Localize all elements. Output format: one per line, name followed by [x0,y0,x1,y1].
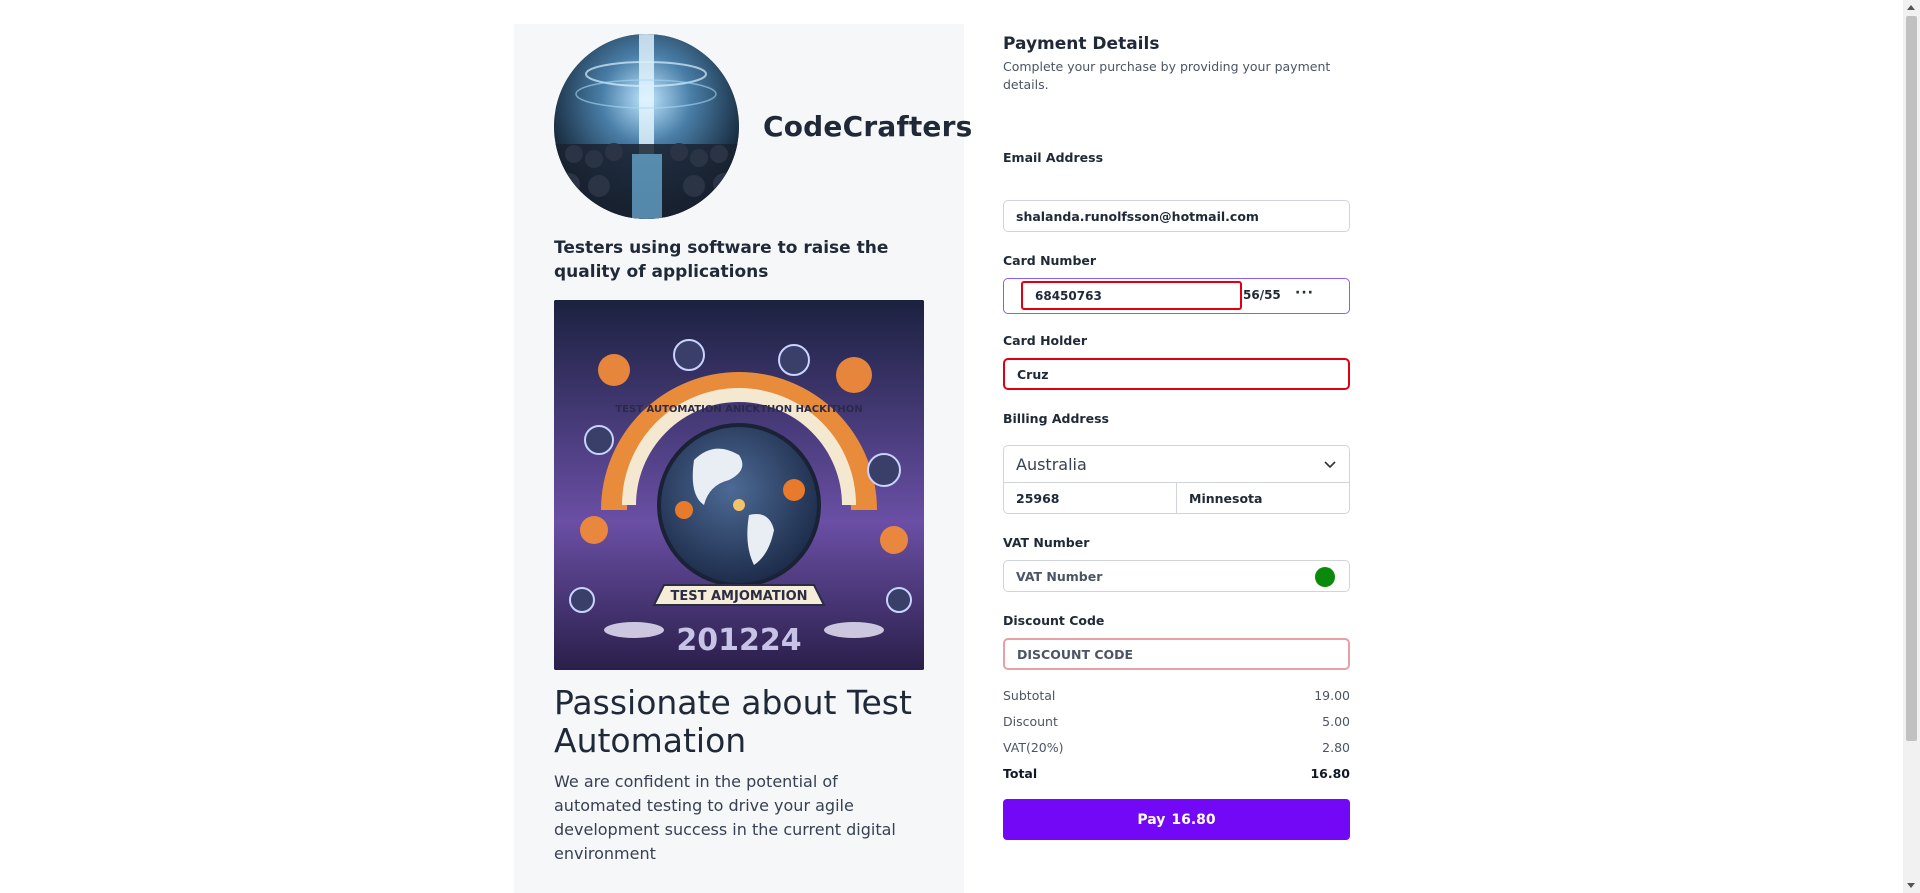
discount-label: Discount Code [1003,613,1105,628]
scroll-up-arrow-icon[interactable] [1907,5,1915,10]
discount-value: 5.00 [1322,714,1350,729]
summary-total-row: Total 16.80 [1003,766,1350,781]
form-subtitle: Complete your purchase by providing your… [1003,59,1331,92]
brand-name: CodeCrafters [763,110,973,143]
pay-button[interactable]: Pay 16.80 [1003,799,1350,840]
country-select[interactable]: Australia [1003,445,1350,483]
zip-value: 25968 [1016,490,1060,506]
card-input-group: 68450763 56/55 ··· [1003,278,1350,314]
zip-field[interactable]: 25968 [1003,482,1177,514]
poster-banner-text: TEST AUTOMATION ANICKTHON HACKITHON [615,404,862,415]
card-number-value: 68450763 [1035,288,1102,303]
vat-valid-indicator-icon [1315,567,1335,587]
brand-header: CodeCrafters [554,34,973,219]
vat-label: VAT Number [1003,535,1090,550]
hero-body: We are confident in the potential of aut… [554,772,896,863]
subtotal-value: 19.00 [1314,688,1350,703]
pay-button-label: Pay [1137,811,1166,828]
card-holder-field[interactable]: Cruz [1003,358,1350,390]
poster-year-text: 201224 [676,623,801,658]
card-holder-value: Cruz [1017,366,1049,382]
billing-address-label: Billing Address [1003,411,1109,426]
payment-form: Payment Details Complete your purchase b… [1003,34,1350,840]
brand-logo [554,34,739,219]
vat-placeholder: VAT Number [1016,568,1103,584]
discount-placeholder: DISCOUNT CODE [1017,646,1134,662]
country-value: Australia [1016,454,1087,474]
hackathon-poster: TEST AUTOMATION ANICKTHON HACKITHON TEST… [554,300,924,670]
card-number-label: Card Number [1003,253,1097,268]
info-panel: CodeCrafters Testers using software to r… [514,24,972,893]
summary-subtotal-row: Subtotal 19.00 [1003,688,1350,703]
state-value: Minnesota [1189,490,1263,506]
card-number-field[interactable]: 68450763 [1021,281,1242,310]
hero-headline: Passionate about Test Automation [554,683,912,760]
card-holder-label: Card Holder [1003,333,1087,348]
card-cvc-field[interactable]: ··· [1295,285,1314,301]
vat-field[interactable]: VAT Number [1003,560,1350,592]
email-value: shalanda.runolfsson@hotmail.com [1016,208,1259,224]
vat-value: 2.80 [1322,740,1350,755]
form-title: Payment Details [1003,34,1160,54]
page-scrollbar[interactable] [1903,0,1920,893]
card-expiry-field[interactable]: 56/55 [1243,288,1281,302]
total-label: Total [1003,766,1038,781]
checkout-page: CodeCrafters Testers using software to r… [0,0,1920,893]
chevron-down-icon [1324,461,1336,469]
vat-row-label: VAT(20%) [1003,740,1064,755]
total-value: 16.80 [1310,766,1350,781]
discount-row-label: Discount [1003,714,1058,729]
brand-tagline: Testers using software to raise the qual… [554,238,889,282]
subtotal-label: Subtotal [1003,688,1056,703]
poster-ribbon-text: TEST AMJOMATION [670,589,807,604]
summary-discount-row: Discount 5.00 [1003,714,1350,729]
pay-button-amount: 16.80 [1171,811,1216,828]
discount-code-field[interactable]: DISCOUNT CODE [1003,638,1350,670]
email-field[interactable]: shalanda.runolfsson@hotmail.com [1003,200,1350,232]
email-label: Email Address [1003,150,1104,165]
scroll-down-arrow-icon[interactable] [1907,883,1915,888]
scroll-thumb[interactable] [1906,16,1917,741]
state-field[interactable]: Minnesota [1176,482,1350,514]
summary-vat-row: VAT(20%) 2.80 [1003,740,1350,755]
